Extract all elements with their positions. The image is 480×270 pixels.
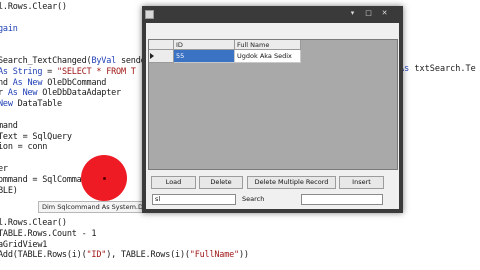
code-token: Add(TABLE.Rows(i)(	[0, 250, 87, 261]
title-bar[interactable]: ▾ □ ✕	[142, 6, 403, 22]
code-line: gain	[0, 23, 18, 36]
code-token: aGridView1	[0, 239, 48, 250]
code-token: "SELECT * FROM T	[57, 66, 136, 77]
code-token: As New	[12, 77, 43, 88]
code-token: OleDbDataAdapter	[37, 88, 121, 99]
row-header[interactable]	[149, 50, 174, 63]
code-token: ), TABLE.Rows(i)(	[106, 250, 190, 261]
current-row-arrow-icon	[150, 53, 154, 59]
code-token: Search_TextChanged(	[0, 56, 92, 66]
code-token: "ID"	[86, 250, 107, 261]
code-token: ))	[238, 250, 249, 261]
form-window[interactable]: ▾ □ ✕ ID Full Name 55 Ugdok Aka Sedix Lo…	[142, 6, 403, 213]
code-token: TABLE.Rows.Count - 1	[0, 228, 97, 239]
code-token: l.Rows.Clear()	[0, 2, 67, 12]
code-token: ByVal	[91, 56, 117, 66]
code-token: Text = SqlQuery	[0, 131, 72, 142]
insert-button[interactable]: Insert	[339, 176, 384, 189]
code-line: ion = conn	[0, 141, 47, 154]
code-token: As New	[7, 88, 38, 99]
cell-full-name[interactable]: Ugdok Aka Sedix	[235, 50, 301, 63]
code-line: BLE)	[0, 185, 18, 198]
grid-corner-header[interactable]	[149, 40, 174, 50]
secondary-text-field[interactable]	[301, 194, 383, 205]
cell-id[interactable]: 55	[174, 50, 235, 63]
code-token: gain	[0, 23, 18, 34]
code-token: mand	[0, 120, 18, 131]
code-token: er	[0, 164, 8, 174]
code-token: l.Rows.Clear()	[0, 218, 67, 228]
delete-multiple-button[interactable]: Delete Multiple Record	[247, 176, 336, 189]
minimize-icon[interactable]: ▾	[348, 9, 357, 18]
maximize-icon[interactable]: □	[364, 9, 373, 18]
code-line: l.Rows.Clear()	[0, 1, 67, 14]
load-button[interactable]: Load	[151, 176, 196, 189]
app-icon	[145, 10, 154, 19]
code-token: DataTable	[12, 99, 62, 110]
code-token: nd	[0, 77, 8, 88]
search-input[interactable]: sl	[152, 194, 236, 205]
mouse-cursor	[103, 177, 106, 180]
code-token: BLE)	[0, 185, 18, 196]
code-token: OleDbCommand	[42, 77, 107, 88]
delete-button[interactable]: Delete	[199, 176, 243, 189]
data-grid-view[interactable]: ID Full Name 55 Ugdok Aka Sedix	[148, 39, 398, 170]
form-client-area: ID Full Name 55 Ugdok Aka Sedix Load Del…	[146, 23, 399, 209]
code-line: New DataTable	[0, 98, 62, 111]
code-token: As String	[0, 66, 43, 77]
code-token: New	[0, 99, 13, 110]
code-token: "FullName"	[189, 250, 239, 261]
code-token: ommand = SqlCommand	[0, 174, 92, 185]
column-header-id[interactable]: ID	[174, 40, 235, 50]
code-token: =	[42, 66, 58, 77]
column-header-full-name[interactable]: Full Name	[235, 40, 301, 50]
close-icon[interactable]: ✕	[380, 9, 389, 18]
code-token: ion = conn	[0, 142, 48, 153]
code-line: Add(TABLE.Rows(i)("ID"), TABLE.Rows(i)("…	[0, 249, 249, 262]
code-token: r	[0, 88, 3, 99]
search-label: Search	[242, 195, 265, 203]
code-fragment-right: As txtSearch.Te	[399, 64, 476, 74]
